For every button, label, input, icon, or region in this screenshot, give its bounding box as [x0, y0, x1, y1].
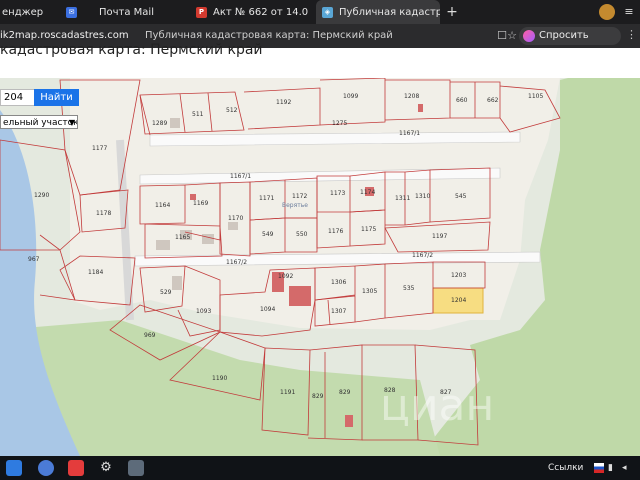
yandex-browser-icon[interactable]: [38, 460, 54, 476]
svg-text:1306: 1306: [331, 279, 346, 286]
network-icon[interactable]: ▮: [608, 463, 618, 473]
svg-text:1208: 1208: [404, 93, 419, 100]
map-canvas[interactable]: 1289 511 512 1192 1099 1208 660 662 1105…: [0, 48, 640, 456]
svg-text:512: 512: [226, 107, 238, 114]
map-title: кадастровая карта: Пермский край: [0, 42, 263, 58]
tab-pdf[interactable]: P Акт № 662 от 14.04.2026...: [196, 0, 308, 24]
svg-text:1275: 1275: [332, 120, 347, 127]
tab-mail[interactable]: ✉ Почта Mail: [66, 0, 186, 24]
profile-avatar[interactable]: [599, 4, 615, 20]
svg-text:1175: 1175: [361, 226, 376, 233]
svg-text:1094: 1094: [260, 306, 275, 313]
svg-text:1184: 1184: [88, 269, 103, 276]
svg-text:1290: 1290: [34, 192, 49, 199]
bookmark-star-icon[interactable]: ☆: [504, 28, 520, 44]
mail-icon: ✉: [66, 6, 77, 18]
svg-text:1177: 1177: [92, 145, 107, 152]
svg-text:1190: 1190: [212, 375, 227, 382]
svg-text:1203: 1203: [451, 272, 466, 279]
svg-text:969: 969: [144, 332, 156, 339]
tab-cadastre[interactable]: ◈ Публичная кадастров ✕: [316, 0, 440, 24]
svg-text:1289: 1289: [152, 120, 167, 127]
svg-text:660: 660: [456, 97, 468, 104]
svg-text:1310: 1310: [415, 193, 430, 200]
app-icon[interactable]: [128, 460, 144, 476]
svg-text:1169: 1169: [193, 200, 208, 207]
svg-text:1099: 1099: [343, 93, 358, 100]
ask-alice-button[interactable]: Спросить Алису AI: [519, 27, 621, 59]
svg-text:1311: 1311: [395, 195, 410, 202]
svg-text:1165: 1165: [175, 234, 190, 241]
svg-text:1192: 1192: [276, 99, 291, 106]
svg-text:1164: 1164: [155, 202, 170, 209]
volume-icon[interactable]: ◂: [622, 463, 632, 473]
village-label: Верятье: [282, 202, 308, 209]
chevron-down-icon: ▼: [68, 118, 75, 127]
tab-label: енджер: [2, 6, 44, 18]
language-flag-icon[interactable]: [594, 463, 604, 473]
svg-text:967: 967: [28, 256, 40, 263]
svg-text:1167/2: 1167/2: [412, 252, 433, 259]
svg-text:1173: 1173: [330, 190, 345, 197]
watermark: циан: [380, 380, 494, 431]
svg-text:545: 545: [455, 193, 467, 200]
svg-text:1170: 1170: [228, 215, 243, 222]
plot-search: Найти: [0, 89, 79, 106]
taskbar-links[interactable]: Ссылки: [548, 456, 583, 480]
svg-text:1092: 1092: [278, 273, 293, 280]
svg-text:1167/1: 1167/1: [399, 130, 420, 137]
search-input[interactable]: [0, 89, 34, 106]
explorer-icon[interactable]: [6, 460, 22, 476]
svg-text:550: 550: [296, 231, 308, 238]
svg-text:529: 529: [160, 289, 172, 296]
svg-text:829: 829: [339, 389, 351, 396]
svg-text:1167/1: 1167/1: [230, 173, 251, 180]
tab-label: Публичная кадастров: [339, 6, 440, 18]
wps-office-icon[interactable]: [68, 460, 84, 476]
new-tab-button[interactable]: +: [444, 4, 460, 20]
svg-text:1172: 1172: [292, 193, 307, 200]
svg-text:549: 549: [262, 231, 274, 238]
svg-text:1305: 1305: [362, 288, 377, 295]
layer-select-value: ельный участок: [3, 118, 78, 128]
tab-label: Акт № 662 от 14.04.2026...: [213, 6, 308, 18]
svg-text:535: 535: [403, 285, 415, 292]
svg-text:1171: 1171: [259, 195, 274, 202]
svg-text:1093: 1093: [196, 308, 211, 315]
search-button[interactable]: Найти: [34, 89, 79, 106]
alice-icon: [523, 30, 535, 42]
svg-text:1307: 1307: [331, 308, 346, 315]
svg-text:1167/2: 1167/2: [226, 259, 247, 266]
cadastral-map[interactable]: 1289 511 512 1192 1099 1208 660 662 1105…: [0, 48, 640, 456]
svg-text:1197: 1197: [432, 233, 447, 240]
svg-text:1178: 1178: [96, 210, 111, 217]
settings-gear-icon[interactable]: ⚙: [98, 460, 114, 476]
layer-select[interactable]: ельный участок ▼: [0, 115, 78, 129]
taskbar: ⚙ Ссылки ▮ ◂: [0, 456, 640, 480]
svg-text:829: 829: [312, 393, 324, 400]
svg-text:1176: 1176: [328, 228, 343, 235]
svg-text:1204: 1204: [451, 297, 466, 304]
more-menu-icon[interactable]: ⋮: [626, 28, 637, 41]
svg-text:1174: 1174: [360, 189, 375, 196]
svg-text:662: 662: [487, 97, 499, 104]
svg-text:1191: 1191: [280, 389, 295, 396]
pdf-icon: P: [196, 6, 207, 18]
svg-text:1105: 1105: [528, 93, 543, 100]
browser-tab-bar: енджер ✉ Почта Mail P Акт № 662 от 14.04…: [0, 0, 640, 24]
window-menu-icon[interactable]: ≡: [618, 0, 640, 24]
svg-text:511: 511: [192, 111, 204, 118]
cadastre-icon: ◈: [322, 6, 333, 18]
tab-messenger[interactable]: енджер: [0, 0, 60, 24]
tab-label: Почта Mail: [99, 6, 154, 18]
